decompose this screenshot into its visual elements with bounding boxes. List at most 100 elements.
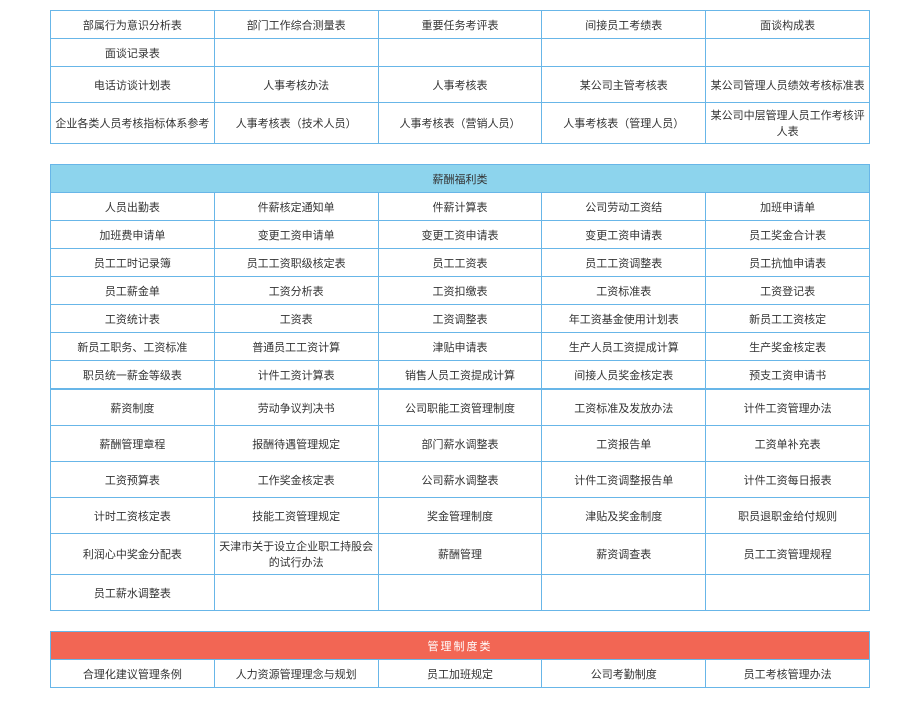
cell: 间接人员奖金核定表: [542, 361, 706, 389]
table-compensation: 薪酬福利类 人员出勤表 件薪核定通知单 件薪计算表 公司劳动工资结 加班申请单 …: [50, 164, 870, 389]
table-assessment: 部属行为意识分析表 部门工作综合测量表 重要任务考评表 间接员工考绩表 面谈构成…: [50, 10, 870, 144]
cell: 员工薪金单: [51, 277, 215, 305]
cell: 工资调整表: [378, 305, 542, 333]
cell: 公司劳动工资结: [542, 193, 706, 221]
cell: 员工工资管理规程: [706, 534, 870, 575]
cell: 加班费申请单: [51, 221, 215, 249]
cell: 工资报告单: [542, 426, 706, 462]
cell: 人事考核表（技术人员）: [214, 103, 378, 144]
cell: 工资扣缴表: [378, 277, 542, 305]
cell: 某公司中层管理人员工作考核评人表: [706, 103, 870, 144]
cell: 面谈记录表: [51, 39, 215, 67]
section-header: 管理制度类: [51, 632, 870, 660]
table-row: 人员出勤表 件薪核定通知单 件薪计算表 公司劳动工资结 加班申请单: [51, 193, 870, 221]
cell: 工资表: [214, 305, 378, 333]
cell: 薪酬管理章程: [51, 426, 215, 462]
cell: 面谈构成表: [706, 11, 870, 39]
table-row: 员工薪金单 工资分析表 工资扣缴表 工资标准表 工资登记表: [51, 277, 870, 305]
table-row: 员工薪水调整表: [51, 575, 870, 611]
cell: [542, 39, 706, 67]
cell: 加班申请单: [706, 193, 870, 221]
cell: 员工工资调整表: [542, 249, 706, 277]
cell: 变更工资申请表: [542, 221, 706, 249]
cell: 生产奖金核定表: [706, 333, 870, 361]
cell: 某公司主管考核表: [542, 67, 706, 103]
cell: 天津市关于设立企业职工持股会的试行办法: [214, 534, 378, 575]
cell: 计件工资每日报表: [706, 462, 870, 498]
table-row: 部属行为意识分析表 部门工作综合测量表 重要任务考评表 间接员工考绩表 面谈构成…: [51, 11, 870, 39]
cell: 某公司管理人员绩效考核标准表: [706, 67, 870, 103]
cell: 员工加班规定: [378, 660, 542, 688]
cell: 员工工资职级核定表: [214, 249, 378, 277]
cell: 工资单补充表: [706, 426, 870, 462]
table-row: 薪资制度 劳动争议判决书 公司职能工资管理制度 工资标准及发放办法 计件工资管理…: [51, 390, 870, 426]
cell: 间接员工考绩表: [542, 11, 706, 39]
cell: 津贴申请表: [378, 333, 542, 361]
cell: 部属行为意识分析表: [51, 11, 215, 39]
cell: 员工工资表: [378, 249, 542, 277]
cell: 人事考核办法: [214, 67, 378, 103]
cell: 新员工职务、工资标准: [51, 333, 215, 361]
cell: 电话访谈计划表: [51, 67, 215, 103]
cell: 生产人员工资提成计算: [542, 333, 706, 361]
cell: 员工奖金合计表: [706, 221, 870, 249]
table-row: 加班费申请单 变更工资申请单 变更工资申请表 变更工资申请表 员工奖金合计表: [51, 221, 870, 249]
cell: 件薪计算表: [378, 193, 542, 221]
cell: 变更工资申请单: [214, 221, 378, 249]
table-header-row: 薪酬福利类: [51, 165, 870, 193]
cell: 薪酬管理: [378, 534, 542, 575]
cell: 报酬待遇管理规定: [214, 426, 378, 462]
cell: 职员退职金给付规则: [706, 498, 870, 534]
cell: 津贴及奖金制度: [542, 498, 706, 534]
cell: 销售人员工资提成计算: [378, 361, 542, 389]
table-row: 工资预算表 工作奖金核定表 公司薪水调整表 计件工资调整报告单 计件工资每日报表: [51, 462, 870, 498]
cell: 重要任务考评表: [378, 11, 542, 39]
cell: [378, 39, 542, 67]
cell: 普通员工工资计算: [214, 333, 378, 361]
cell: 企业各类人员考核指标体系参考: [51, 103, 215, 144]
cell: 人事考核表（管理人员）: [542, 103, 706, 144]
table-row: 工资统计表 工资表 工资调整表 年工资基金使用计划表 新员工工资核定: [51, 305, 870, 333]
cell: 公司职能工资管理制度: [378, 390, 542, 426]
cell: 薪资调查表: [542, 534, 706, 575]
cell: 部门薪水调整表: [378, 426, 542, 462]
table-row: 电话访谈计划表 人事考核办法 人事考核表 某公司主管考核表 某公司管理人员绩效考…: [51, 67, 870, 103]
cell: 年工资基金使用计划表: [542, 305, 706, 333]
table-header-row: 管理制度类: [51, 632, 870, 660]
table-row: 员工工时记录簿 员工工资职级核定表 员工工资表 员工工资调整表 员工抗恤申请表: [51, 249, 870, 277]
cell: 变更工资申请表: [378, 221, 542, 249]
cell: 新员工工资核定: [706, 305, 870, 333]
cell: 工资统计表: [51, 305, 215, 333]
table-row: 面谈记录表: [51, 39, 870, 67]
cell: 公司考勤制度: [542, 660, 706, 688]
cell: 技能工资管理规定: [214, 498, 378, 534]
cell: [214, 575, 378, 611]
table-row: 职员统一薪金等级表 计件工资计算表 销售人员工资提成计算 间接人员奖金核定表 预…: [51, 361, 870, 389]
cell: 劳动争议判决书: [214, 390, 378, 426]
cell: 部门工作综合测量表: [214, 11, 378, 39]
table-row: 计时工资核定表 技能工资管理规定 奖金管理制度 津贴及奖金制度 职员退职金给付规…: [51, 498, 870, 534]
cell: 工作奖金核定表: [214, 462, 378, 498]
cell: 计件工资调整报告单: [542, 462, 706, 498]
cell: 职员统一薪金等级表: [51, 361, 215, 389]
cell: 薪资制度: [51, 390, 215, 426]
cell: [214, 39, 378, 67]
cell: 工资分析表: [214, 277, 378, 305]
cell: 员工抗恤申请表: [706, 249, 870, 277]
cell: 合理化建议管理条例: [51, 660, 215, 688]
cell: 人员出勤表: [51, 193, 215, 221]
cell: 工资标准及发放办法: [542, 390, 706, 426]
section-header: 薪酬福利类: [51, 165, 870, 193]
cell: 计件工资管理办法: [706, 390, 870, 426]
cell: 人力资源管理理念与规划: [214, 660, 378, 688]
cell: 员工工时记录簿: [51, 249, 215, 277]
cell: 人事考核表（营销人员）: [378, 103, 542, 144]
table-compensation-2: 薪资制度 劳动争议判决书 公司职能工资管理制度 工资标准及发放办法 计件工资管理…: [50, 389, 870, 611]
cell: 员工考核管理办法: [706, 660, 870, 688]
cell: 利润心中奖金分配表: [51, 534, 215, 575]
cell: 员工薪水调整表: [51, 575, 215, 611]
cell: 公司薪水调整表: [378, 462, 542, 498]
table-management: 管理制度类 合理化建议管理条例 人力资源管理理念与规划 员工加班规定 公司考勤制…: [50, 631, 870, 688]
cell: 工资登记表: [706, 277, 870, 305]
table-row: 合理化建议管理条例 人力资源管理理念与规划 员工加班规定 公司考勤制度 员工考核…: [51, 660, 870, 688]
